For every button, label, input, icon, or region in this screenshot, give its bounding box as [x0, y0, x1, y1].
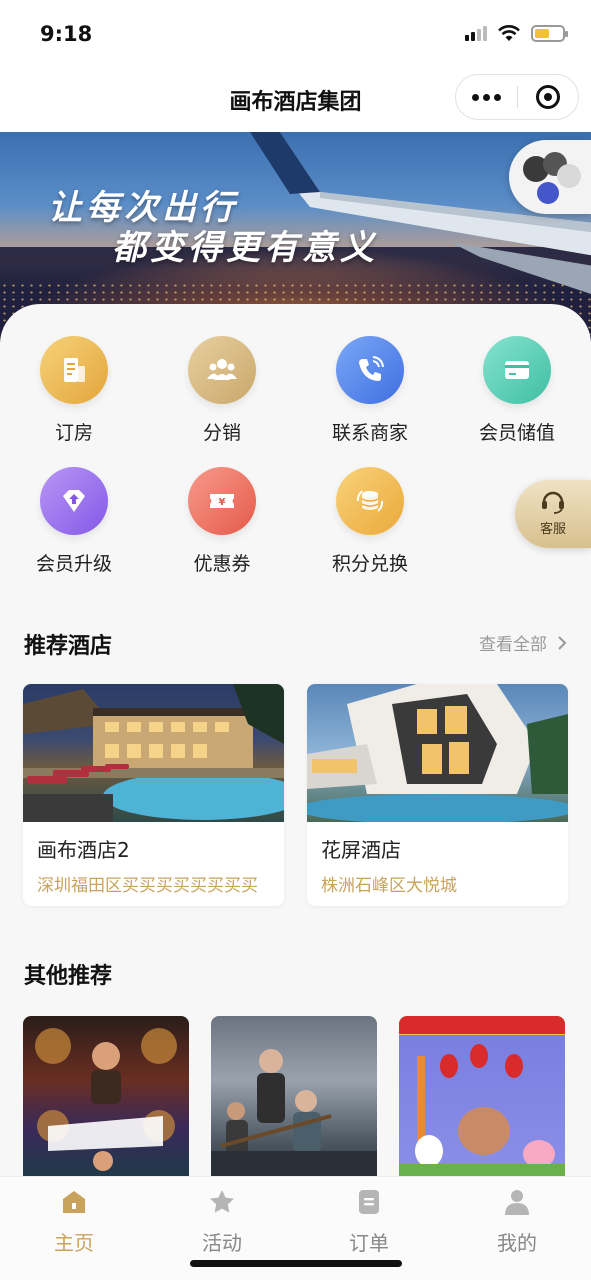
status-indicators — [465, 24, 568, 42]
menu-item-points-exchange[interactable]: 积分兑换 — [300, 467, 440, 576]
home-icon — [63, 1191, 85, 1213]
title-bar: 画布酒店集团 — [0, 68, 591, 132]
floating-avatar-button[interactable] — [509, 140, 591, 214]
user-icon — [505, 1190, 529, 1215]
hotel-address: 株洲石峰区大悦城 — [321, 876, 457, 896]
group-icon — [188, 336, 256, 404]
battery-icon — [531, 24, 568, 42]
tab-home[interactable]: 主页 — [24, 1187, 124, 1256]
menu-label: 会员储值 — [478, 422, 555, 444]
upgrade-icon — [40, 467, 108, 535]
hotel-image — [23, 684, 284, 822]
menu-item-book-room[interactable]: 订房 — [4, 336, 144, 445]
menu-item-contact-merchant[interactable]: 联系商家 — [300, 336, 440, 445]
coupon-icon: ¥ — [188, 467, 256, 535]
status-bar: 9:18 — [0, 0, 591, 68]
hotel-image — [307, 684, 568, 822]
star-icon — [210, 1190, 234, 1213]
menu-item-member-upgrade[interactable]: 会员升级 — [4, 467, 144, 576]
customer-service-label: 客服 — [539, 522, 566, 537]
tab-orders[interactable]: 订单 — [319, 1187, 419, 1256]
chevron-right-icon — [558, 635, 567, 650]
close-icon[interactable] — [517, 75, 578, 119]
coins-icon — [336, 467, 404, 535]
see-all-label: 查看全部 — [479, 635, 547, 655]
tab-label: 我的 — [497, 1231, 537, 1255]
section-title-others: 其他推荐 — [24, 964, 113, 989]
phone-icon — [336, 336, 404, 404]
menu-label: 分销 — [202, 422, 241, 444]
tab-label: 活动 — [202, 1231, 242, 1255]
order-icon — [359, 1190, 379, 1214]
hotel-name: 画布酒店2 — [37, 838, 130, 862]
hotel-card[interactable]: 花屏酒店 株洲石峰区大悦城 — [307, 684, 568, 906]
menu-label: 会员升级 — [35, 553, 112, 575]
wifi-icon — [498, 25, 520, 41]
movie-poster[interactable] — [23, 1016, 189, 1176]
menu-label: 联系商家 — [331, 422, 408, 444]
more-icon[interactable] — [456, 75, 517, 119]
see-all-link[interactable]: 查看全部 — [479, 630, 567, 655]
menu-item-distribution[interactable]: 分销 — [152, 336, 292, 445]
menu-item-member-recharge[interactable]: 会员储值 — [447, 336, 587, 445]
signal-icon — [465, 25, 487, 41]
hotel-name: 花屏酒店 — [321, 838, 401, 862]
customer-service-button[interactable]: 客服 — [515, 480, 591, 548]
section-title-recommended: 推荐酒店 — [24, 634, 113, 659]
hotel-card[interactable]: 画布酒店2 深圳福田区买买买买买买买买 — [23, 684, 284, 906]
movie-poster[interactable] — [399, 1016, 565, 1176]
menu-item-coupon[interactable]: ¥ 优惠券 — [152, 467, 292, 576]
menu-label: 优惠券 — [193, 553, 251, 575]
card-icon — [483, 336, 551, 404]
document-icon — [40, 336, 108, 404]
banner-slogan-line2: 都变得更有意义 — [112, 228, 378, 268]
home-indicator — [190, 1260, 402, 1267]
menu-label: 订房 — [54, 422, 93, 444]
tab-activity[interactable]: 活动 — [172, 1187, 272, 1256]
headset-icon — [542, 491, 564, 514]
svg-text:¥: ¥ — [219, 497, 226, 508]
tab-mine[interactable]: 我的 — [467, 1187, 567, 1256]
hotel-address: 深圳福田区买买买买买买买买 — [37, 876, 258, 896]
tab-label: 订单 — [349, 1231, 389, 1255]
mini-program-capsule — [455, 74, 579, 120]
menu-label: 积分兑换 — [331, 553, 408, 575]
movie-poster[interactable] — [211, 1016, 377, 1176]
status-time: 9:18 — [40, 22, 93, 46]
tab-label: 主页 — [54, 1231, 94, 1255]
